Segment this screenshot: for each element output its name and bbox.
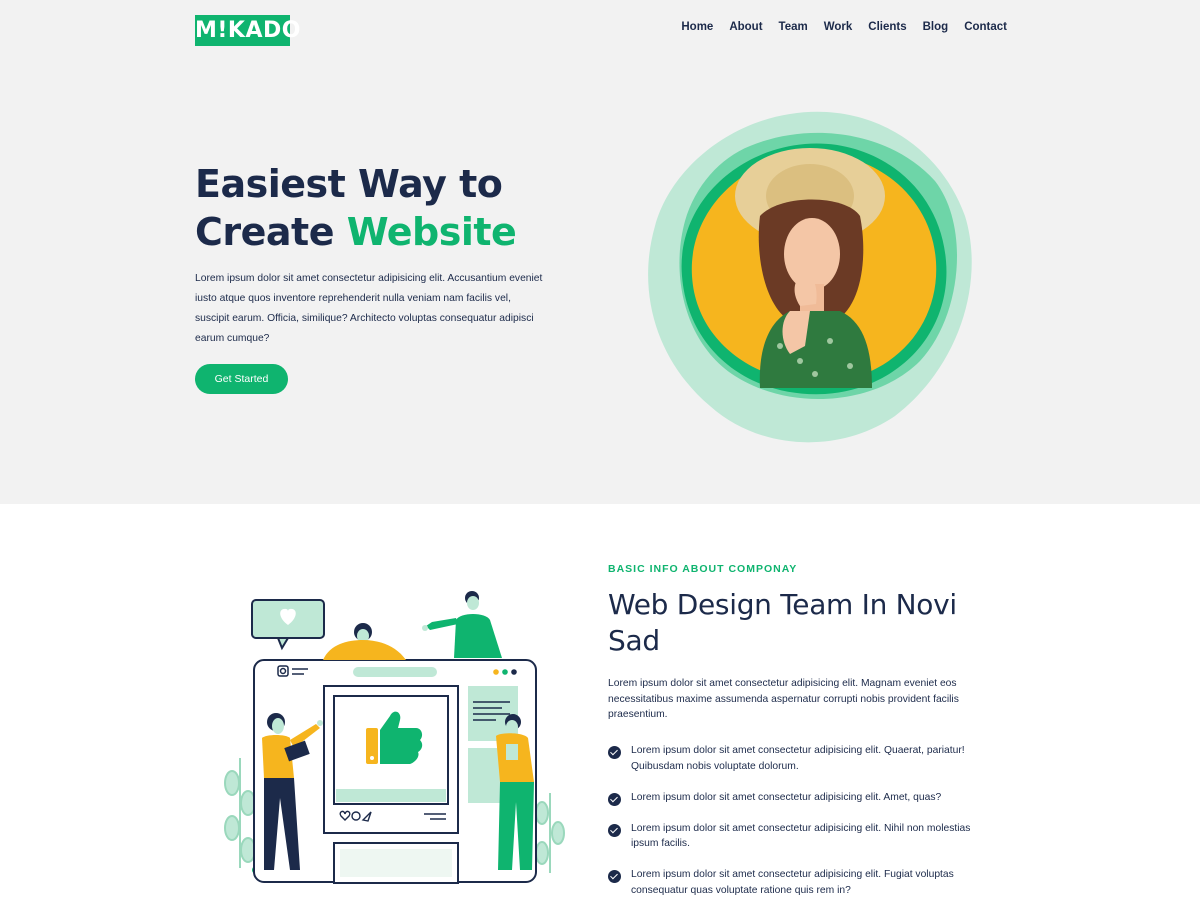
list-item: Lorem ipsum dolor sit amet consectetur a…	[608, 821, 978, 852]
section-paragraph: Lorem ipsum dolor sit amet consectetur a…	[608, 678, 959, 720]
list-item-text: Lorem ipsum dolor sit amet consectetur a…	[631, 822, 971, 850]
section-title: Web Design Team In Novi Sad	[608, 588, 957, 657]
list-item: Lorem ipsum dolor sit amet consectetur a…	[608, 743, 978, 774]
plant-left	[224, 758, 256, 868]
nav-about[interactable]: About	[729, 18, 762, 36]
site-header: M!KADO Home About Team Work Clients Blog…	[0, 0, 1200, 56]
list-item-text: Lorem ipsum dolor sit amet consectetur a…	[631, 869, 954, 896]
heart-bubble	[251, 599, 325, 651]
check-circle-icon	[608, 870, 621, 883]
section-eyebrow: BASIC INFO ABOUT COMPONAY	[608, 563, 798, 575]
hero-paragraph: Lorem ipsum dolor sit amet consectetur a…	[195, 273, 543, 344]
nav-home[interactable]: Home	[681, 18, 713, 36]
nav-blog[interactable]: Blog	[923, 18, 949, 36]
hero-section: Easiest Way to Create Website Lorem ipsu…	[0, 56, 1200, 504]
hero-title-line1: Easiest Way to	[195, 162, 503, 206]
logo[interactable]: M!KADO	[195, 15, 300, 46]
list-item: Lorem ipsum dolor sit amet consectetur a…	[608, 867, 978, 898]
main-nav: Home About Team Work Clients Blog Contac…	[665, 18, 1007, 36]
hero-title-accent: Website	[346, 210, 517, 254]
check-circle-icon	[608, 746, 621, 759]
hero-title-plain: Create	[195, 210, 334, 254]
list-item-text: Lorem ipsum dolor sit amet consectetur a…	[631, 745, 965, 772]
check-circle-icon	[608, 823, 621, 837]
nav-clients[interactable]: Clients	[868, 18, 906, 36]
person-pointing	[422, 591, 502, 658]
list-item-text: Lorem ipsum dolor sit amet consectetur a…	[631, 791, 942, 803]
nav-work[interactable]: Work	[824, 18, 853, 36]
nav-team[interactable]: Team	[779, 18, 808, 36]
hero-image	[648, 111, 972, 443]
nav-contact[interactable]: Contact	[964, 18, 1007, 36]
hero-title: Easiest Way to Create Website	[195, 160, 595, 256]
plant-right	[535, 793, 565, 873]
feature-checklist: Lorem ipsum dolor sit amet consectetur a…	[608, 743, 978, 898]
get-started-button[interactable]: Get Started	[195, 364, 288, 394]
check-circle-icon	[608, 792, 621, 806]
team-illustration	[224, 591, 565, 884]
person-peeking	[323, 623, 406, 660]
list-item: Lorem ipsum dolor sit amet consectetur a…	[608, 790, 978, 806]
